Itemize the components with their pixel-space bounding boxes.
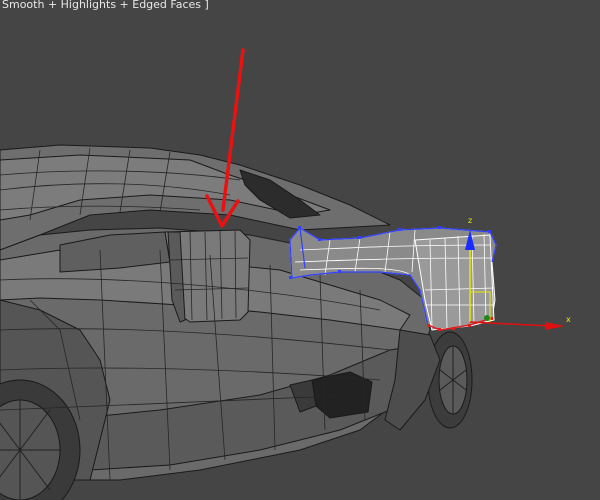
- gizmo-y-handle-icon[interactable]: [484, 315, 490, 321]
- 3d-viewport[interactable]: z x Smooth + Highlights + Edged Faces ]: [0, 0, 600, 500]
- gizmo-x-arrow-icon[interactable]: [545, 322, 565, 330]
- viewport-shading-label[interactable]: Smooth + Highlights + Edged Faces ]: [2, 0, 209, 12]
- gizmo-x-label: x: [566, 315, 571, 324]
- car-body-mesh[interactable]: [0, 144, 473, 500]
- gizmo-x-axis[interactable]: [469, 321, 551, 327]
- viewport-scene[interactable]: z x: [0, 0, 600, 500]
- gizmo-z-label: z: [468, 216, 472, 225]
